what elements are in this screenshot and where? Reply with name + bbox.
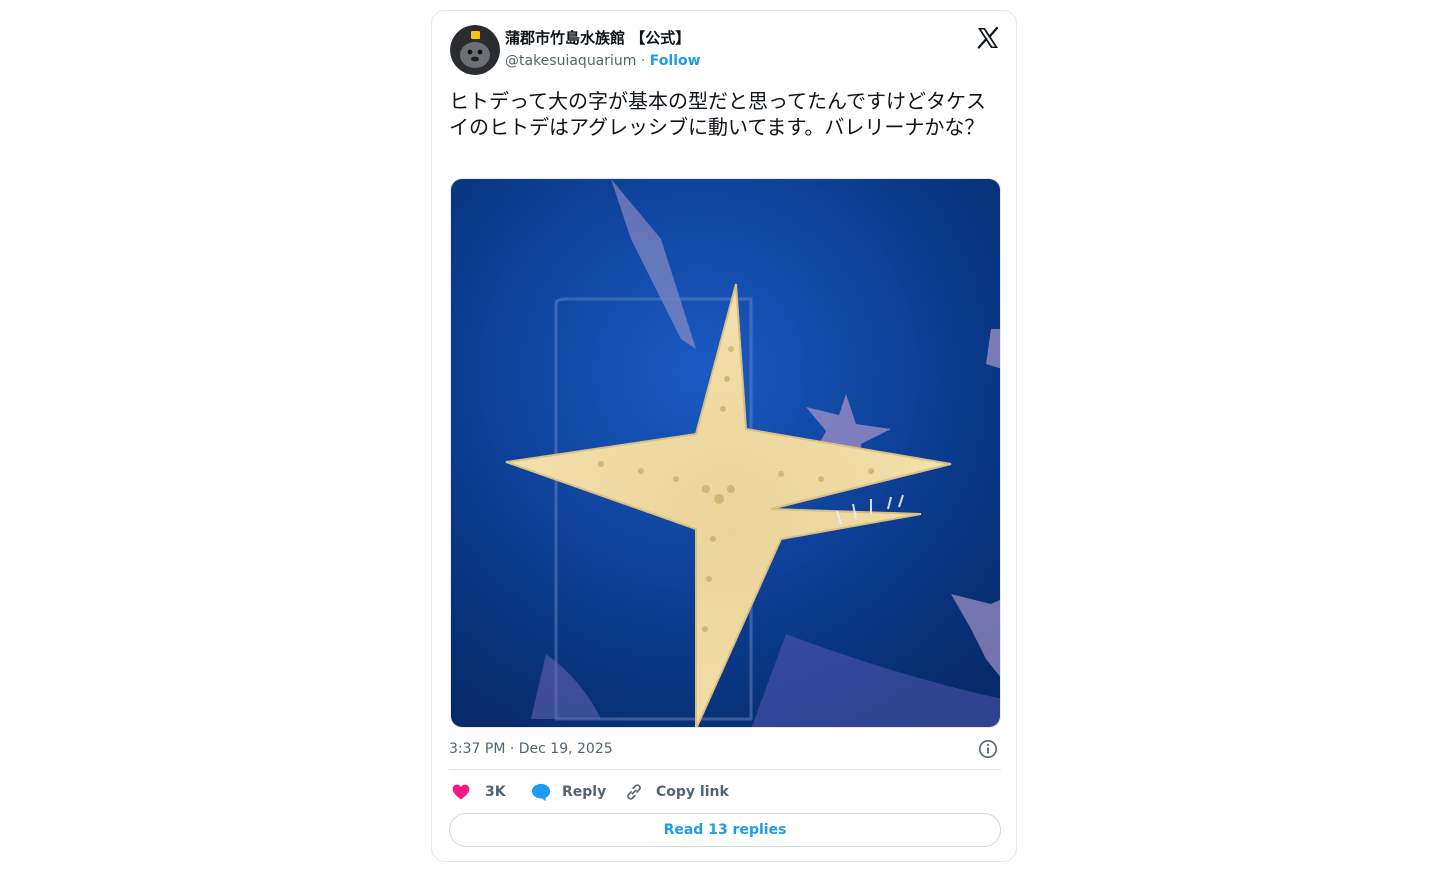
copy-link-label: Copy link — [656, 784, 729, 800]
tweet-photo[interactable] — [450, 178, 1001, 728]
like-count: 3K — [485, 784, 506, 800]
reply-button[interactable]: Reply — [530, 781, 606, 803]
tweet-text: ヒトデって大の字が基本の型だと思ってたんですけどタケスイのヒトデはアグレッシブに… — [449, 89, 986, 139]
handle-separator: · — [640, 53, 646, 69]
display-name[interactable]: 蒲郡市竹島水族館 【公式】 — [505, 27, 690, 48]
avatar-image — [450, 25, 500, 75]
info-icon[interactable] — [978, 739, 998, 759]
copy-link-button[interactable]: Copy link — [624, 781, 729, 803]
handle-row: @takesuiaquarium · Follow — [505, 53, 701, 69]
divider — [449, 769, 1001, 770]
handle[interactable]: @takesuiaquarium — [505, 53, 636, 69]
follow-button[interactable]: Follow — [650, 53, 701, 69]
starfish-photo — [451, 179, 1000, 727]
timestamp[interactable]: 3:37 PM · Dec 19, 2025 — [449, 741, 613, 757]
avatar[interactable] — [450, 25, 500, 75]
tweet-card: 蒲郡市竹島水族館 【公式】 @takesuiaquarium · Follow … — [431, 10, 1017, 862]
x-logo-icon[interactable] — [975, 25, 1001, 51]
reply-bubble-icon — [530, 782, 552, 802]
link-icon — [624, 782, 644, 802]
like-button[interactable]: 3K — [451, 781, 506, 803]
action-bar: 3K Reply Copy link — [449, 781, 1001, 803]
heart-icon — [451, 782, 471, 802]
reply-label: Reply — [562, 784, 607, 800]
read-replies-button[interactable]: Read 13 replies — [449, 813, 1001, 847]
read-replies-label: Read 13 replies — [663, 822, 787, 838]
